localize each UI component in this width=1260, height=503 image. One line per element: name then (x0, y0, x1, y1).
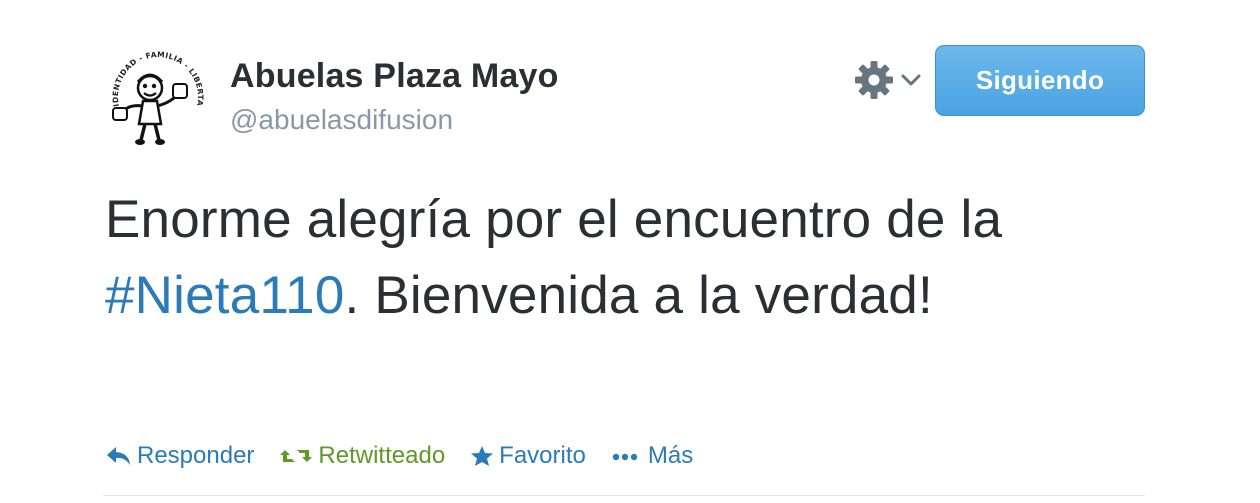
user-actions-dropdown[interactable] (852, 58, 922, 102)
reply-button[interactable]: Responder (105, 442, 254, 470)
divider (103, 495, 1145, 496)
tweet-actions: Responder Retwitteado Favorito Más (105, 438, 717, 474)
more-dots-icon (612, 453, 638, 461)
following-button[interactable]: Siguiendo (935, 45, 1145, 116)
more-label: Más (647, 442, 694, 469)
tweet-text-part1: Enorme alegría por el encuentro de la (105, 190, 1003, 249)
abuelas-logo-icon: IDENTIDAD - FAMILIA - LIBERTAD (103, 44, 211, 152)
tweet-text-part2: . Bienvenida a la verdad! (344, 266, 933, 325)
tweet-card: IDENTIDAD - FAMILIA - LIBERTAD Abuelas P… (0, 0, 1260, 503)
more-button[interactable]: Más (610, 442, 693, 470)
gear-icon[interactable] (852, 58, 896, 102)
favorite-label: Favorito (499, 442, 586, 469)
tweet-text: Enorme alegría por el encuentro de la #N… (105, 182, 1165, 334)
reply-icon (107, 447, 130, 465)
hashtag-link[interactable]: #Nieta110 (105, 266, 345, 325)
reply-label: Responder (137, 442, 255, 469)
retweet-button[interactable]: Retwitteado (278, 442, 445, 470)
chevron-down-icon[interactable] (900, 73, 922, 87)
avatar[interactable]: IDENTIDAD - FAMILIA - LIBERTAD (103, 44, 213, 154)
star-icon (471, 446, 494, 466)
favorite-button[interactable]: Favorito (469, 442, 586, 470)
retweet-label: Retwitteado (318, 442, 446, 469)
retweet-icon (280, 450, 313, 462)
user-fullname[interactable]: Abuelas Plaza Mayo (230, 57, 559, 96)
user-screen-name[interactable]: @abuelasdifusion (230, 104, 453, 136)
